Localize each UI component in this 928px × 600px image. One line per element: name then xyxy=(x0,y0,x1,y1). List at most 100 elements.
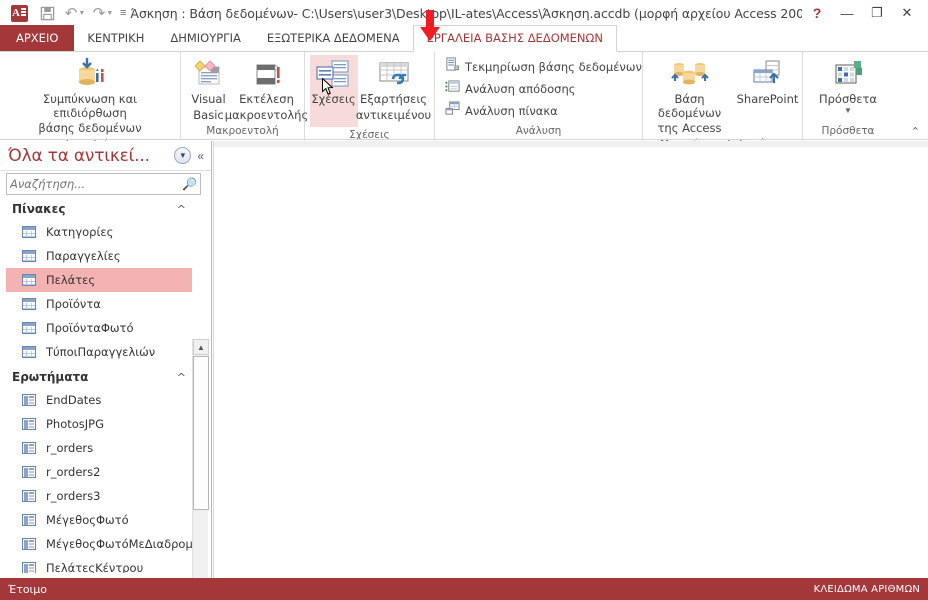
nav-item-table-typoiparaggelion[interactable]: ΤύποιΠαραγγελιών xyxy=(6,340,192,364)
nav-item-query-r-orders[interactable]: r_orders xyxy=(6,436,192,460)
visual-basic-icon xyxy=(191,57,227,91)
table-icon xyxy=(22,274,36,286)
tab-home[interactable]: ΚΕΝΤΡΙΚΗ xyxy=(74,25,157,51)
tab-create[interactable]: ΔΗΜΙΟΥΡΓΙΑ xyxy=(157,25,254,51)
nav-item-label: ΠροϊόνταΦωτό xyxy=(46,321,134,335)
visual-basic-label-line1: Visual xyxy=(191,92,226,106)
customize-quick-access-toolbar-icon[interactable]: ≡ xyxy=(118,7,130,19)
query-icon xyxy=(22,466,36,478)
table-icon xyxy=(22,346,36,358)
analyze-commands-list: Τεκμηρίωση βάσης δεδομένων Ανάλυση απόδο… xyxy=(439,56,644,122)
run-macro-button[interactable]: Εκτέλεση μακροεντολής xyxy=(225,55,308,122)
save-icon[interactable] xyxy=(34,2,60,24)
tab-external-data[interactable]: ΕΞΩΤΕΡΙΚΑ ΔΕΔΟΜΕΝΑ xyxy=(254,25,413,51)
add-ins-button[interactable]: Πρόσθετα ▼ xyxy=(812,55,884,114)
add-ins-dropdown-caret-icon[interactable]: ▼ xyxy=(844,106,852,114)
restore-button[interactable]: ❐ xyxy=(862,1,892,25)
nav-item-table-katigories[interactable]: Κατηγορίες xyxy=(6,220,192,244)
analyze-performance-icon xyxy=(445,79,460,99)
nav-item-table-proiontafoto[interactable]: ΠροϊόνταΦωτό xyxy=(6,316,192,340)
database-documenter-icon xyxy=(445,57,460,77)
nav-item-label: PhotosJPG xyxy=(46,417,105,431)
close-button[interactable]: ✕ xyxy=(892,1,922,25)
navigation-pane-title: Όλα τα αντικεί... xyxy=(8,145,150,166)
tab-database-tools[interactable]: ΕΡΓΑΛΕΙΑ ΒΑΣΗΣ ΔΕΔΟΜΕΝΩΝ xyxy=(412,25,617,52)
nav-group-label-tables: Πίνακες xyxy=(12,202,66,216)
nav-item-label: Παραγγελίες xyxy=(46,249,121,263)
sharepoint-button[interactable]: SharePoint xyxy=(735,55,801,107)
nav-item-query-megethosfoto[interactable]: ΜέγεθοςΦωτό xyxy=(6,508,192,532)
num-lock-indicator: ΚΛΕΙΔΩΜΑ ΑΡΙΘΜΩΝ xyxy=(813,583,920,595)
nav-item-query-enddates[interactable]: EndDates xyxy=(6,388,192,412)
analyze-table-icon xyxy=(445,101,460,121)
nav-item-query-r-orders2[interactable]: r_orders2 xyxy=(6,460,192,484)
nav-item-table-proionta[interactable]: Προϊόντα xyxy=(6,292,192,316)
nav-group-header-tables[interactable]: Πίνακες ^ xyxy=(6,198,192,220)
ribbon-group-macro: Visual Basic Εκτέλεση μακροεντολής Μακρο… xyxy=(181,52,308,140)
query-icon xyxy=(22,442,36,454)
query-icon xyxy=(22,514,36,526)
nav-item-query-megethosfotomediadromi[interactable]: ΜέγεθοςΦωτόΜεΔιαδρομή xyxy=(6,532,192,556)
query-icon xyxy=(22,394,36,406)
scrollbar-thumb[interactable] xyxy=(193,356,209,510)
window-title: Άσκηση : Βάση δεδομένων- C:\Users\user3\… xyxy=(130,5,802,21)
run-macro-label-line1: Εκτέλεση xyxy=(239,92,294,106)
object-dependencies-button[interactable]: Εξαρτήσεις αντικειμένου xyxy=(355,55,432,122)
double-chevron-up-icon[interactable]: ^ xyxy=(177,371,186,384)
database-documenter-label: Τεκμηρίωση βάσης δεδομένων xyxy=(465,60,642,74)
database-documenter-button[interactable]: Τεκμηρίωση βάσης δεδομένων xyxy=(443,56,644,78)
query-icon xyxy=(22,418,36,430)
query-icon xyxy=(22,490,36,502)
analyze-performance-label: Ανάλυση απόδοσης xyxy=(465,82,576,96)
navigation-pane: Όλα τα αντικεί... ▼ « 🔍 Πίνακες ^ Κατηγο… xyxy=(0,141,212,600)
double-chevron-left-icon[interactable]: « xyxy=(197,149,207,163)
scroll-up-arrow-icon[interactable]: ▲ xyxy=(193,339,209,355)
object-dependencies-label-line1: Εξαρτήσεις xyxy=(360,92,427,106)
help-button[interactable]: ? xyxy=(802,1,832,25)
nav-item-query-photosjpg[interactable]: PhotosJPG xyxy=(6,412,192,436)
table-icon xyxy=(22,298,36,310)
table-icon xyxy=(22,250,36,262)
work-area-top-strip xyxy=(214,141,928,147)
nav-item-query-pelateskentrou[interactable]: ΠελάτεςΚέντρου xyxy=(6,556,192,573)
nav-item-label: Προϊόντα xyxy=(46,297,101,311)
status-message: Έτοιμο xyxy=(8,582,48,596)
search-input[interactable] xyxy=(10,177,183,191)
ribbon-group-label-macro: Μακροεντολή xyxy=(206,125,279,137)
nav-group-label-queries: Ερωτήματα xyxy=(12,370,89,384)
undo-icon[interactable]: ↶ ▼ xyxy=(62,2,88,24)
access-database-button[interactable]: Βάση δεδομένων της Access xyxy=(645,55,735,136)
add-ins-label: Πρόσθετα xyxy=(818,92,878,106)
quick-access-toolbar: A ↶ ▼ ↷ ▼ ≡ xyxy=(0,2,130,24)
navigation-object-list: Πίνακες ^ Κατηγορίες Παραγγελίες Πελάτες… xyxy=(6,198,192,573)
nav-group-header-queries[interactable]: Ερωτήματα ^ xyxy=(6,366,192,388)
search-icon[interactable]: 🔍 xyxy=(182,177,197,191)
nav-item-query-r-orders3[interactable]: r_orders3 xyxy=(6,484,192,508)
redo-icon[interactable]: ↷ ▼ xyxy=(90,2,116,24)
tab-file[interactable]: ΑΡΧΕΙΟ xyxy=(0,25,75,51)
collapse-ribbon-button[interactable]: ⌃ xyxy=(911,125,920,138)
object-dependencies-label-line2: αντικειμένου xyxy=(355,107,432,122)
ribbon-group-move-data: Βάση δεδομένων της Access SharePoint xyxy=(643,52,803,150)
minimize-button[interactable]: — xyxy=(832,1,862,25)
analyze-table-button[interactable]: Ανάλυση πίνακα xyxy=(443,100,644,122)
chevron-down-icon[interactable]: ▼ xyxy=(174,147,192,164)
navigation-pane-header[interactable]: Όλα τα αντικεί... ▼ « xyxy=(0,141,211,171)
nav-item-table-paraggelies[interactable]: Παραγγελίες xyxy=(6,244,192,268)
ribbon-tab-strip: ΑΡΧΕΙΟ ΚΕΝΤΡΙΚΗ ΔΗΜΙΟΥΡΓΙΑ ΕΞΩΤΕΡΙΚΑ ΔΕΔ… xyxy=(0,25,928,52)
compact-repair-icon xyxy=(70,57,110,91)
nav-item-table-pelates[interactable]: Πελάτες xyxy=(6,268,192,292)
access-app-icon[interactable]: A xyxy=(6,2,32,24)
nav-item-label: Κατηγορίες xyxy=(46,225,114,239)
nav-item-label: ΠελάτεςΚέντρου xyxy=(46,561,144,573)
ribbon-group-analyze: Τεκμηρίωση βάσης δεδομένων Ανάλυση απόδο… xyxy=(435,52,643,140)
access-database-label-line2: της Access xyxy=(657,121,722,135)
double-chevron-up-icon[interactable]: ^ xyxy=(177,203,186,216)
compact-and-repair-database-button[interactable]: Συμπύκνωση και επιδιόρθωση βάσης δεδομέν… xyxy=(5,55,175,136)
navigation-pane-scrollbar[interactable]: ▲ ▼ xyxy=(192,339,209,600)
navigation-search-box[interactable]: 🔍 xyxy=(6,173,201,195)
ribbon-divider xyxy=(0,139,928,140)
table-icon xyxy=(22,322,36,334)
nav-item-label: r_orders3 xyxy=(46,489,101,503)
analyze-performance-button[interactable]: Ανάλυση απόδοσης xyxy=(443,78,644,100)
